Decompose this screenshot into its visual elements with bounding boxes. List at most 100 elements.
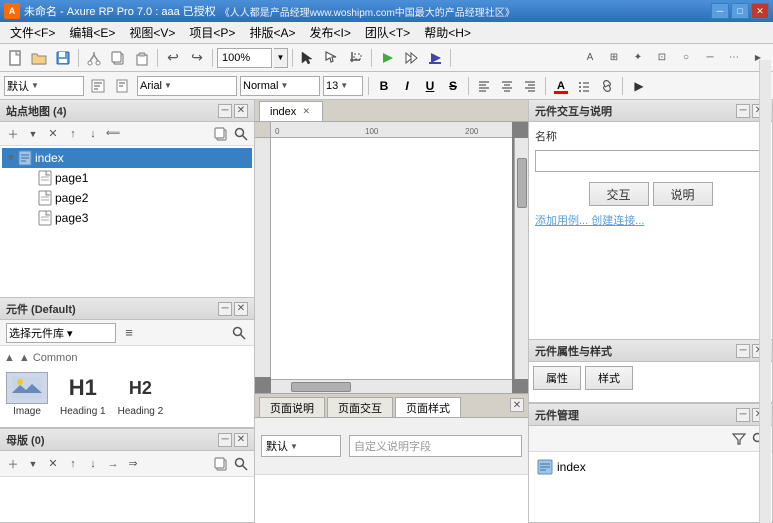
tree-item-page2[interactable]: page2 [2,188,252,208]
right-tool-6[interactable]: ─ [699,47,721,69]
underline-button[interactable]: U [420,76,440,96]
right-tool-3[interactable]: ✦ [627,47,649,69]
right-tool-1[interactable]: A [579,47,601,69]
redo-button[interactable]: ↪ [186,47,208,69]
undo-button[interactable]: ↩ [162,47,184,69]
copy-button[interactable] [107,47,129,69]
style-apply-button[interactable] [87,75,109,97]
canvas-scroll-horizontal[interactable] [271,379,512,393]
master-add-btn[interactable]: ＋ [4,455,22,473]
components-menu-btn[interactable]: ≡ [120,324,138,342]
style-props-btn[interactable]: 属性 [533,366,581,390]
sitemap-indent-btn[interactable]: ⟸ [104,125,122,143]
menu-team[interactable]: 团队<T> [359,22,416,43]
right-tool-2[interactable]: ⊞ [603,47,625,69]
strikethrough-button[interactable]: S [443,76,463,96]
master-minimize-btn[interactable]: ─ [218,433,232,447]
menu-project[interactable]: 项目<P> [183,22,241,43]
tree-item-index[interactable]: ▼ index [2,148,252,168]
save-button[interactable] [52,47,74,69]
sitemap-duplicate-btn[interactable] [212,125,230,143]
master-arrow-btn[interactable]: → [104,455,122,473]
sitemap-expand-btn[interactable]: ▼ [24,125,42,143]
master-duplicate-btn[interactable] [212,455,230,473]
bottom-tab-interact[interactable]: 页面交互 [327,397,393,417]
comp-h1[interactable]: H1 Heading 1 [58,370,108,419]
align-left-button[interactable] [474,76,494,96]
sitemap-down-btn[interactable]: ↓ [84,125,102,143]
new-button[interactable] [4,47,26,69]
zoom-dropdown[interactable]: ▼ [274,48,288,68]
minimize-button[interactable]: ─ [711,3,729,19]
scroll-thumb-vertical[interactable] [517,158,527,208]
bottom-default-select[interactable]: 默认 ▼ [261,435,341,457]
italic-button[interactable]: I [397,76,417,96]
align-right-button[interactable] [520,76,540,96]
close-button[interactable]: ✕ [751,3,769,19]
sitemap-delete-btn[interactable]: ✕ [44,125,62,143]
library-select[interactable]: 选择元件库 ▾ [6,323,116,343]
master-expand-btn[interactable]: ▼ [24,455,42,473]
style-style-btn[interactable]: 样式 [585,366,633,390]
paste-button[interactable] [131,47,153,69]
default-style-select[interactable]: 默认 ▼ [4,76,84,96]
font-size-select[interactable]: 13 ▼ [323,76,363,96]
sitemap-search-btn[interactable] [232,125,250,143]
menu-layout[interactable]: 排版<A> [243,22,301,43]
right-tool-5[interactable]: ○ [675,47,697,69]
preview-button[interactable] [376,47,398,69]
interact-add-link[interactable]: 添加用例... 创建连接... [535,212,766,228]
bottom-note-field[interactable]: 自定义说明字段 [349,435,522,457]
preview-opts-button[interactable] [400,47,422,69]
sitemap-up-btn[interactable]: ↑ [64,125,82,143]
bullet-list-button[interactable] [574,76,594,96]
sitemap-minimize-btn[interactable]: ─ [218,104,232,118]
comp-h2[interactable]: H2 Heading 2 [116,370,166,419]
cut-button[interactable] [83,47,105,69]
components-minimize-btn[interactable]: ─ [218,302,232,316]
toolbar-more-button[interactable]: ▶ [628,75,650,97]
align-center-button[interactable] [497,76,517,96]
tree-item-page1[interactable]: page1 [2,168,252,188]
comp-image[interactable]: Image [4,370,50,419]
publish-button[interactable] [424,47,446,69]
menu-file[interactable]: 文件<F> [4,22,61,43]
interact-name-input[interactable] [535,150,766,172]
right-tool-7[interactable]: ⋯ [723,47,745,69]
interact-minimize-btn[interactable]: ─ [736,104,750,118]
mgmt-item-index[interactable]: index [533,456,768,478]
font-style-select[interactable]: Normal ▼ [240,76,320,96]
interact-interact-btn[interactable]: 交互 [589,182,649,206]
master-close-btn[interactable]: ✕ [234,433,248,447]
tree-item-page3[interactable]: page3 [2,208,252,228]
master-down-btn[interactable]: ↓ [84,455,102,473]
canvas-tab-close[interactable]: ✕ [300,106,312,118]
master-up-btn[interactable]: ↑ [64,455,82,473]
components-search-btn[interactable] [230,324,248,342]
scroll-thumb-horizontal[interactable] [291,382,351,392]
mgmt-minimize-btn[interactable]: ─ [736,408,750,422]
master-arrow2-btn[interactable]: ⇒ [124,455,142,473]
bottom-panel-close-btn[interactable]: ✕ [510,398,524,412]
style-minimize-btn[interactable]: ─ [736,344,750,358]
bottom-close-icon[interactable]: ✕ [510,398,524,412]
menu-view[interactable]: 视图<V> [123,22,181,43]
select-mode-button[interactable] [297,47,319,69]
interact-note-btn[interactable]: 说明 [653,182,713,206]
menu-publish[interactable]: 发布<I> [303,22,356,43]
canvas-white[interactable] [271,138,512,379]
mgmt-filter-btn[interactable] [730,430,748,448]
master-delete-btn[interactable]: ✕ [44,455,62,473]
right-tool-4[interactable]: ⊡ [651,47,673,69]
menu-help[interactable]: 帮助<H> [418,22,477,43]
sitemap-close-btn[interactable]: ✕ [234,104,248,118]
font-family-select[interactable]: Arial ▼ [137,76,237,96]
open-button[interactable] [28,47,50,69]
bottom-tab-style[interactable]: 页面样式 [395,397,461,417]
master-search-btn[interactable] [232,455,250,473]
bold-button[interactable]: B [374,76,394,96]
maximize-button[interactable]: □ [731,3,749,19]
bottom-tab-note[interactable]: 页面说明 [259,397,325,417]
connect-mode-button[interactable] [321,47,343,69]
menu-edit[interactable]: 编辑<E> [63,22,121,43]
